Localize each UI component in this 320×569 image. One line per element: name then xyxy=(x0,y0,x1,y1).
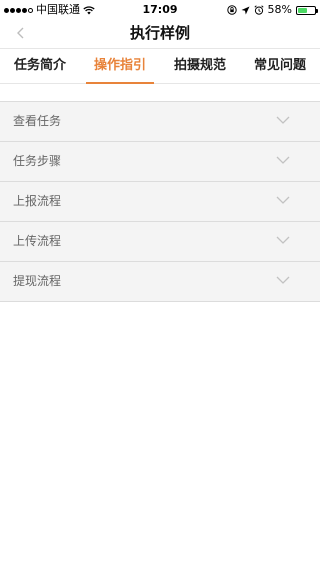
screen: 中国联通 17:09 58% 执行样例 任务简介 操作指引 拍摄规范 常见问题 … xyxy=(0,0,320,569)
chevron-down-icon xyxy=(276,156,290,164)
battery-level xyxy=(298,7,308,13)
accordion-item-label: 上报流程 xyxy=(13,194,62,208)
status-bar: 中国联通 17:09 58% xyxy=(0,0,320,20)
tab-faq[interactable]: 常见问题 xyxy=(240,49,320,83)
accordion-item-label: 上传流程 xyxy=(13,234,62,248)
accordion-list: 查看任务 任务步骤 上报流程 上传流程 提现流程 xyxy=(0,101,320,302)
accordion-item-label: 任务步骤 xyxy=(13,154,62,168)
location-icon xyxy=(241,6,250,14)
battery-icon xyxy=(296,5,318,15)
tab-shooting-rules[interactable]: 拍摄规范 xyxy=(160,49,240,83)
chevron-down-icon xyxy=(276,116,290,124)
alarm-icon xyxy=(254,5,264,15)
chevron-down-icon xyxy=(276,236,290,244)
orientation-lock-icon xyxy=(226,5,237,15)
accordion-item-view-task[interactable]: 查看任务 xyxy=(0,102,320,142)
tab-bar: 任务简介 操作指引 拍摄规范 常见问题 xyxy=(0,48,320,84)
accordion-item-upload-flow[interactable]: 上传流程 xyxy=(0,222,320,262)
tab-task-intro[interactable]: 任务简介 xyxy=(0,49,80,83)
accordion-item-report-flow[interactable]: 上报流程 xyxy=(0,182,320,222)
tab-operation-guide[interactable]: 操作指引 xyxy=(80,49,160,84)
accordion-item-task-steps[interactable]: 任务步骤 xyxy=(0,142,320,182)
chevron-down-icon xyxy=(276,276,290,284)
battery-percent: 58% xyxy=(267,3,292,16)
accordion-item-withdraw-flow[interactable]: 提现流程 xyxy=(0,262,320,302)
accordion-item-label: 提现流程 xyxy=(13,274,62,288)
status-right: 58% xyxy=(226,3,318,17)
chevron-down-icon xyxy=(276,196,290,204)
accordion-item-label: 查看任务 xyxy=(13,114,62,128)
nav-bar: 执行样例 xyxy=(0,20,320,48)
page-title: 执行样例 xyxy=(129,24,190,42)
